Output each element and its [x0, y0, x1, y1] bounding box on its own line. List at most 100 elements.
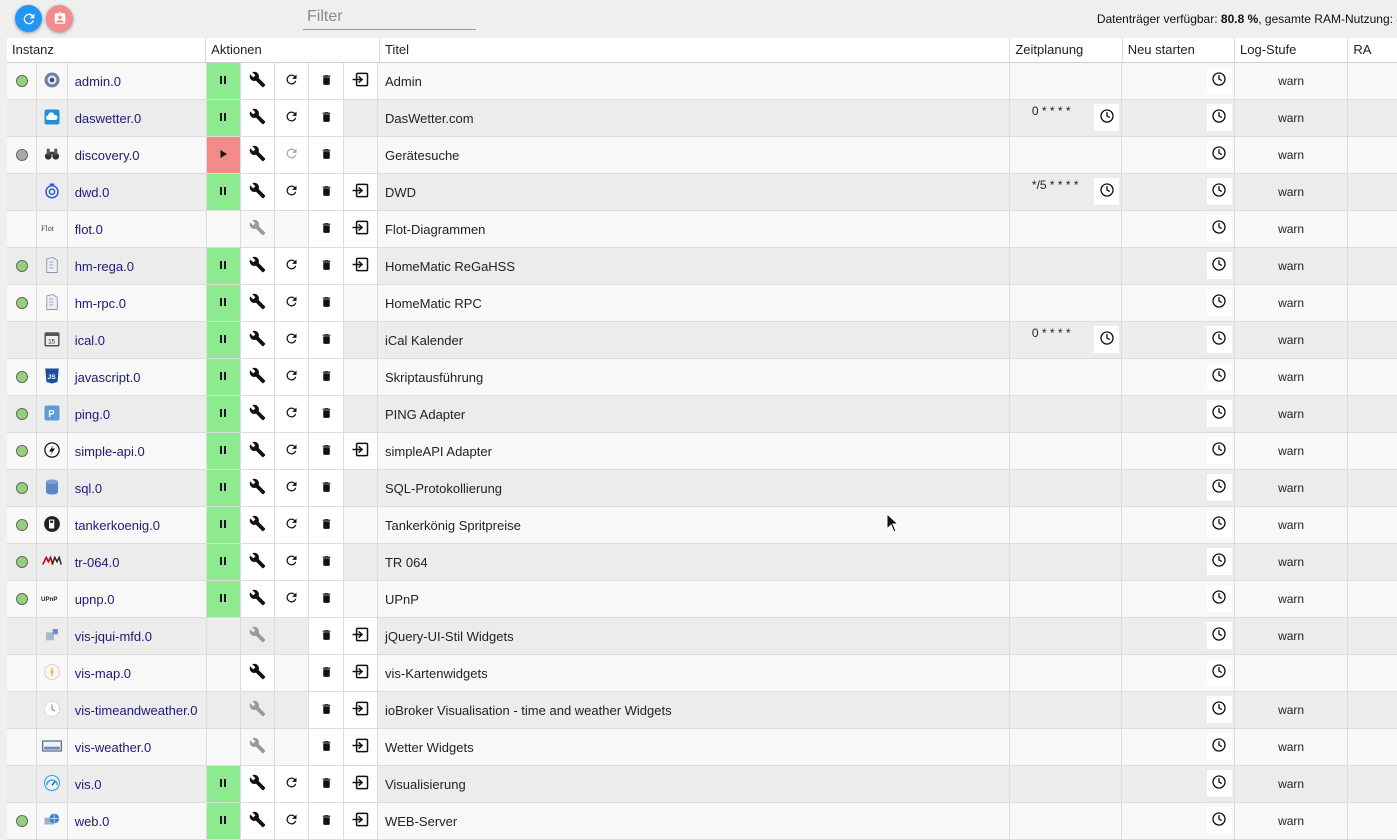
log-level-cell[interactable]: warn	[1235, 803, 1349, 839]
instance-name[interactable]: hm-rega.0	[75, 259, 134, 274]
instance-name[interactable]: upnp.0	[75, 592, 115, 607]
open-web-button[interactable]	[343, 729, 378, 765]
instance-name-cell[interactable]: sql.0	[68, 470, 207, 506]
restart-button[interactable]	[275, 322, 310, 358]
restart-schedule-button[interactable]	[1206, 474, 1232, 501]
instance-name-cell[interactable]: vis-map.0	[68, 655, 207, 691]
delete-button[interactable]	[309, 396, 344, 432]
delete-button[interactable]	[309, 618, 344, 654]
restart-schedule-button[interactable]	[1206, 770, 1232, 797]
pause-instance-button[interactable]	[206, 174, 241, 210]
log-level-cell[interactable]: warn	[1235, 100, 1349, 136]
log-level[interactable]: warn	[1278, 481, 1304, 495]
instance-name-cell[interactable]: hm-rega.0	[68, 248, 207, 284]
delete-button[interactable]	[309, 433, 344, 469]
instance-name-cell[interactable]: javascript.0	[68, 359, 207, 395]
config-button[interactable]	[240, 285, 276, 321]
pause-instance-button[interactable]	[206, 285, 241, 321]
log-level[interactable]: warn	[1278, 222, 1304, 236]
log-level-cell[interactable]: warn	[1235, 63, 1349, 99]
config-button[interactable]	[240, 174, 276, 210]
open-web-button[interactable]	[343, 174, 378, 210]
delete-button[interactable]	[309, 285, 344, 321]
pause-instance-button[interactable]	[206, 396, 241, 432]
delete-button[interactable]	[309, 729, 344, 765]
log-level[interactable]: warn	[1278, 74, 1304, 88]
config-button[interactable]	[240, 655, 276, 691]
restart-schedule-button[interactable]	[1206, 400, 1232, 427]
pause-instance-button[interactable]	[206, 63, 241, 99]
log-level[interactable]: warn	[1278, 777, 1304, 791]
instance-name-cell[interactable]: vis-weather.0	[68, 729, 207, 765]
delete-button[interactable]	[309, 766, 344, 802]
restart-schedule-button[interactable]	[1206, 252, 1232, 279]
config-button[interactable]	[240, 803, 276, 839]
instance-name-cell[interactable]: upnp.0	[68, 581, 207, 617]
log-level-cell[interactable]: warn	[1235, 470, 1349, 506]
log-level-cell[interactable]: warn	[1235, 322, 1349, 358]
config-button[interactable]	[240, 507, 276, 543]
instance-name[interactable]: vis-jqui-mfd.0	[75, 629, 152, 644]
delete-button[interactable]	[309, 359, 344, 395]
delete-button[interactable]	[309, 248, 344, 284]
instance-name-cell[interactable]: tr-064.0	[68, 544, 207, 580]
schedule-edit-button[interactable]	[1094, 104, 1120, 131]
log-level[interactable]: warn	[1278, 111, 1304, 125]
restart-button[interactable]	[275, 803, 310, 839]
pause-instance-button[interactable]	[206, 322, 241, 358]
instance-name[interactable]: ical.0	[75, 333, 105, 348]
config-button[interactable]	[240, 433, 276, 469]
open-web-button[interactable]	[343, 655, 378, 691]
refresh-button[interactable]	[15, 5, 42, 32]
log-level[interactable]: warn	[1278, 333, 1304, 347]
instance-name[interactable]: tankerkoenig.0	[75, 518, 160, 533]
instance-name[interactable]: tr-064.0	[75, 555, 120, 570]
restart-schedule-button[interactable]	[1206, 363, 1232, 390]
log-level-cell[interactable]: warn	[1235, 137, 1349, 173]
restart-schedule-button[interactable]	[1206, 326, 1232, 353]
restart-button[interactable]	[275, 174, 310, 210]
log-level-cell[interactable]: warn	[1235, 396, 1349, 432]
restart-schedule-button[interactable]	[1206, 215, 1232, 242]
pause-instance-button[interactable]	[206, 248, 241, 284]
instance-name-cell[interactable]: vis-jqui-mfd.0	[68, 618, 207, 654]
schedule-edit-button[interactable]	[1094, 178, 1120, 205]
log-level[interactable]: warn	[1278, 407, 1304, 421]
instance-name[interactable]: admin.0	[75, 74, 121, 89]
open-web-button[interactable]	[343, 803, 378, 839]
config-button[interactable]	[240, 470, 276, 506]
log-level[interactable]: warn	[1278, 259, 1304, 273]
delete-button[interactable]	[309, 137, 344, 173]
log-level-cell[interactable]: warn	[1235, 211, 1349, 247]
instance-name-cell[interactable]: admin.0	[68, 63, 207, 99]
log-level-cell[interactable]: warn	[1235, 618, 1349, 654]
open-web-button[interactable]	[343, 211, 378, 247]
config-button[interactable]	[240, 544, 276, 580]
delete-button[interactable]	[309, 100, 344, 136]
log-level[interactable]: warn	[1278, 592, 1304, 606]
delete-button[interactable]	[309, 544, 344, 580]
open-web-button[interactable]	[343, 618, 378, 654]
instance-name[interactable]: simple-api.0	[75, 444, 145, 459]
log-level-cell[interactable]	[1235, 655, 1349, 691]
pause-instance-button[interactable]	[206, 544, 241, 580]
config-button[interactable]	[240, 137, 276, 173]
log-level-cell[interactable]: warn	[1235, 729, 1349, 765]
pause-instance-button[interactable]	[206, 766, 241, 802]
restart-button[interactable]	[275, 581, 310, 617]
restart-button[interactable]	[275, 100, 310, 136]
col-title[interactable]: Titel	[380, 38, 1011, 62]
instance-name-cell[interactable]: discovery.0	[68, 137, 207, 173]
instance-name-cell[interactable]: ical.0	[68, 322, 207, 358]
restart-button[interactable]	[275, 248, 310, 284]
delete-button[interactable]	[309, 692, 344, 728]
instance-name[interactable]: flot.0	[75, 222, 103, 237]
col-instance[interactable]: Instanz	[7, 38, 207, 62]
instance-name-cell[interactable]: ping.0	[68, 396, 207, 432]
instance-name-cell[interactable]: simple-api.0	[68, 433, 207, 469]
instance-name[interactable]: web.0	[75, 814, 110, 829]
log-level-cell[interactable]: warn	[1235, 581, 1349, 617]
log-level[interactable]: warn	[1278, 185, 1304, 199]
pause-instance-button[interactable]	[206, 100, 241, 136]
config-button[interactable]	[240, 581, 276, 617]
